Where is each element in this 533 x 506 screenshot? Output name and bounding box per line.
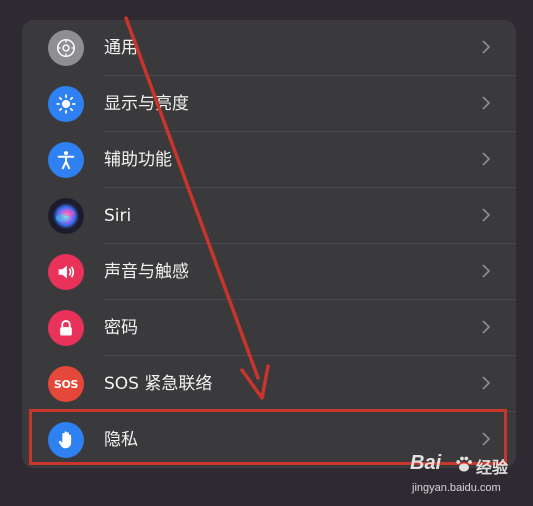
settings-item-label: 声音与触感 [104, 262, 189, 282]
chevron-right-icon [482, 264, 490, 278]
settings-item-label: 显示与亮度 [104, 94, 189, 114]
chevron-right-icon [482, 40, 490, 54]
settings-item-siri[interactable]: Siri [22, 188, 516, 244]
chevron-right-icon [482, 320, 490, 334]
lock-icon [48, 310, 84, 346]
siri-icon [48, 198, 84, 234]
settings-item-label: 密码 [104, 318, 138, 338]
settings-item-label: Siri [104, 206, 132, 226]
settings-list: 通用 显示与亮度 辅助功能 Siri 声音与触感 密码 SOS SOS 紧急联络… [22, 20, 516, 468]
settings-item-sounds[interactable]: 声音与触感 [22, 244, 516, 300]
paw-icon [456, 456, 472, 472]
settings-item-accessibility[interactable]: 辅助功能 [22, 132, 516, 188]
settings-item-display[interactable]: 显示与亮度 [22, 76, 516, 132]
chevron-right-icon [482, 152, 490, 166]
watermark-brand: Bai [410, 452, 442, 474]
sun-icon [48, 86, 84, 122]
settings-item-emergency-sos[interactable]: SOS SOS 紧急联络 [22, 356, 516, 412]
accessibility-icon [48, 142, 84, 178]
watermark-url: jingyan.baidu.com [412, 482, 501, 494]
settings-item-general[interactable]: 通用 [22, 20, 516, 76]
chevron-right-icon [482, 208, 490, 222]
chevron-right-icon [482, 96, 490, 110]
settings-item-passcode[interactable]: 密码 [22, 300, 516, 356]
settings-item-label: 通用 [104, 38, 138, 58]
settings-item-label: SOS 紧急联络 [104, 374, 213, 394]
settings-item-label: 辅助功能 [104, 150, 172, 170]
speaker-icon [48, 254, 84, 290]
watermark: Bai 经验 jingyan.baidu.com [410, 452, 528, 500]
gear-icon [48, 30, 84, 66]
chevron-right-icon [482, 376, 490, 390]
sos-icon: SOS [48, 366, 84, 402]
watermark-jingyan: 经验 [476, 458, 509, 477]
